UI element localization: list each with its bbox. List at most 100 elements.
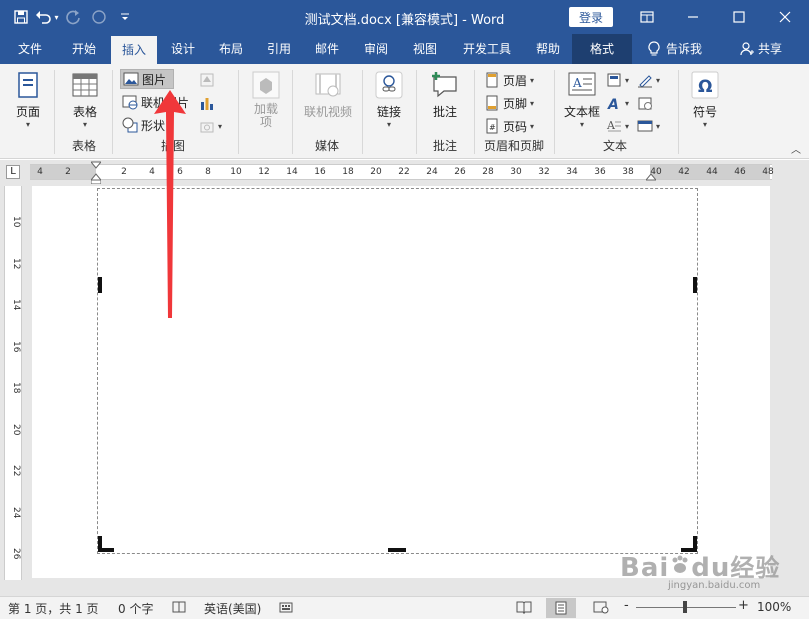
wordart-button[interactable]: A ▾ (606, 93, 629, 113)
login-button[interactable]: 登录 (569, 7, 613, 27)
tab-format[interactable]: 格式 (572, 34, 632, 64)
svg-text:A: A (607, 97, 619, 111)
drop-cap-button[interactable]: A ▾ (606, 116, 629, 136)
watermark-paw: du (691, 553, 731, 583)
indent-marker[interactable] (89, 160, 103, 185)
tell-me-box[interactable]: 告诉我 (638, 34, 712, 64)
vertical-ruler-tick-label: 24 (11, 506, 21, 518)
addins-icon (252, 71, 280, 99)
date-time-button[interactable] (637, 93, 653, 113)
watermark-brand: Bai (620, 553, 670, 583)
tab-help[interactable]: 帮助 (527, 34, 569, 64)
tab-file[interactable]: 文件 (8, 34, 52, 64)
divider (416, 70, 417, 154)
object-button[interactable]: ▾ (637, 116, 660, 136)
icons-button[interactable] (199, 70, 215, 90)
zoom-out-button[interactable]: - (624, 598, 629, 613)
tab-developer[interactable]: 开发工具 (456, 34, 518, 64)
vertical-ruler-tick-label: 26 (11, 548, 21, 560)
zoom-slider-thumb[interactable] (683, 601, 687, 613)
comment-button[interactable]: 批注 (426, 70, 464, 120)
tab-selector[interactable]: L (6, 165, 20, 179)
ruler-tick-label: 26 (454, 167, 466, 177)
read-mode-icon[interactable] (516, 600, 532, 617)
undo-icon[interactable]: ▾ (34, 6, 60, 28)
divider (362, 70, 363, 154)
header-button[interactable]: 页眉 ▾ (484, 70, 534, 90)
divider (238, 70, 239, 154)
redo-icon[interactable] (60, 6, 86, 28)
tab-references[interactable]: 引用 (258, 34, 300, 64)
tab-design[interactable]: 设计 (162, 34, 204, 64)
resize-handle-left[interactable] (98, 277, 102, 293)
horizontal-ruler[interactable]: 4 2 2 4 6 8 10 12 14 16 18 20 22 24 26 28 30 32 34 36 38 40 42… (30, 164, 774, 180)
chart-icon (201, 98, 213, 110)
ruler-tick-label: 32 (538, 167, 550, 177)
resize-handle-right[interactable] (693, 277, 697, 293)
vertical-ruler-tick-label: 12 (11, 257, 21, 269)
tab-view[interactable]: 视图 (404, 34, 446, 64)
textbox-button[interactable]: A 文本框 ▾ (562, 70, 602, 129)
language-indicator[interactable]: 英语(美国) (204, 600, 261, 617)
lightbulb-icon (648, 41, 660, 56)
tell-me-label: 告诉我 (665, 42, 702, 56)
quick-access-toolbar: ▾ (8, 6, 138, 28)
quick-parts-icon (607, 73, 621, 87)
table-button[interactable]: 表格 ▾ (66, 70, 104, 129)
ruler-tick-label: 4 (37, 167, 43, 177)
chevron-down-icon: ▾ (625, 121, 630, 131)
quick-parts-button[interactable]: ▾ (606, 70, 629, 90)
chevron-down-icon: ▾ (530, 75, 535, 85)
icons-icon (200, 73, 214, 87)
symbol-button[interactable]: Ω 符号 ▾ (688, 70, 722, 129)
links-button[interactable]: 链接 ▾ (371, 70, 407, 129)
maximize-icon[interactable] (716, 0, 762, 34)
tab-insert[interactable]: 插入 (111, 36, 157, 64)
resize-handle-bottom[interactable] (388, 548, 406, 552)
save-icon[interactable] (8, 6, 34, 28)
close-icon[interactable] (762, 0, 808, 34)
person-icon (740, 42, 754, 56)
addins-button[interactable]: 加载 项 (248, 70, 284, 129)
right-indent-marker[interactable] (644, 170, 658, 182)
divider (112, 70, 113, 154)
table-label: 表格 (72, 105, 97, 119)
ruler-tick-label: 46 (734, 167, 746, 177)
picture-button[interactable]: 图片 (120, 69, 174, 89)
watermark-url: jingyan.baidu.com (668, 580, 761, 591)
share-button[interactable]: 共享 (733, 34, 789, 64)
pages-button[interactable]: 页面 ▾ (10, 70, 46, 129)
zoom-in-button[interactable]: + (738, 598, 749, 613)
collapse-ribbon-icon[interactable]: ︿ (791, 141, 801, 156)
tab-mailings[interactable]: 邮件 (306, 34, 348, 64)
vertical-ruler[interactable]: 10 12 14 16 18 20 22 24 26 (4, 186, 22, 580)
word-count[interactable]: 0 个字 (118, 600, 153, 617)
signature-line-button[interactable]: ▾ (637, 70, 660, 90)
zoom-level[interactable]: 100% (757, 600, 791, 614)
tab-home[interactable]: 开始 (62, 34, 106, 64)
screenshot-button[interactable]: ▾ (199, 116, 222, 136)
chart-button[interactable] (199, 93, 215, 113)
ribbon-display-options-icon[interactable] (624, 0, 670, 34)
page-number-button[interactable]: # 页码 ▾ (484, 116, 534, 136)
online-video-button[interactable]: 联机视频 (300, 70, 356, 120)
circle-icon[interactable] (86, 6, 112, 28)
resize-handle-bottom-left-h[interactable] (98, 548, 114, 552)
tab-review[interactable]: 审阅 (355, 34, 397, 64)
chevron-down-icon: ▾ (702, 120, 707, 129)
tab-layout[interactable]: 布局 (210, 34, 252, 64)
web-layout-icon[interactable] (593, 600, 609, 617)
proofing-icon[interactable] (172, 600, 186, 617)
picture-icon (123, 72, 139, 86)
page-icon (18, 72, 38, 98)
macro-record-icon[interactable] (279, 600, 293, 617)
chevron-down-icon: ▾ (625, 75, 630, 85)
status-bar: 第 1 页，共 1 页 0 个字 英语(美国) - + 100% (0, 596, 809, 619)
minimize-icon[interactable] (670, 0, 716, 34)
customize-qat-icon[interactable] (112, 6, 138, 28)
page-count[interactable]: 第 1 页，共 1 页 (8, 600, 99, 617)
print-layout-icon[interactable] (546, 598, 576, 618)
header-icon (486, 72, 498, 88)
footer-button[interactable]: 页脚 ▾ (484, 93, 534, 113)
online-picture-icon (122, 95, 138, 110)
